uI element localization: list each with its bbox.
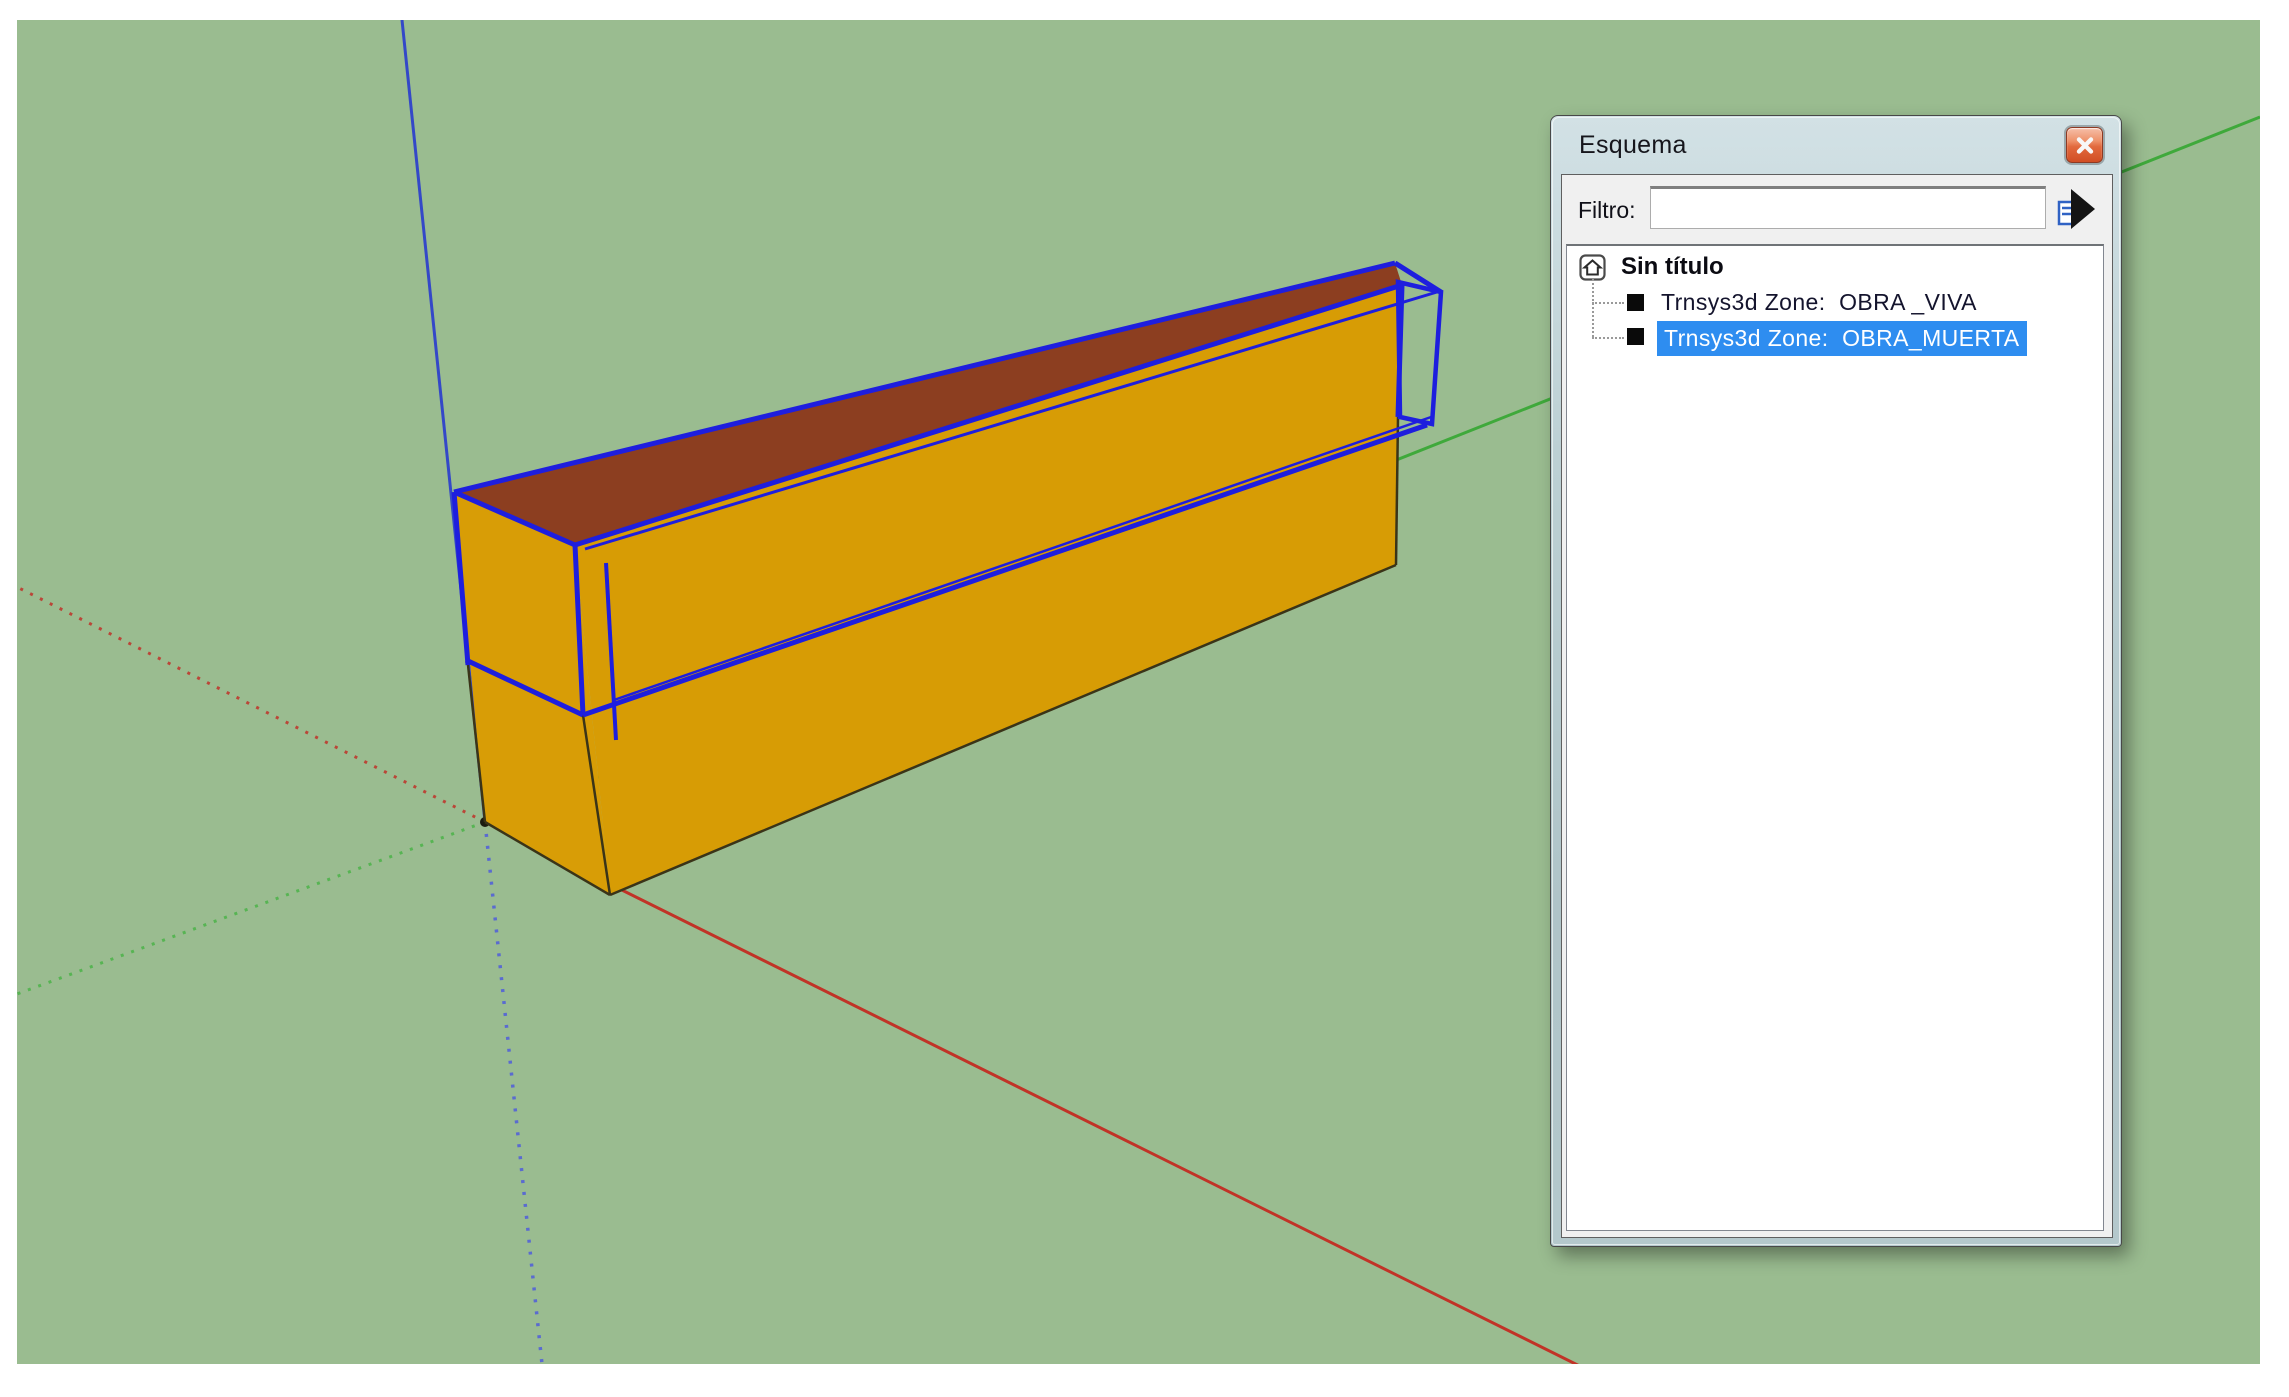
filter-input[interactable] [1650, 186, 2046, 229]
tree-root-row[interactable]: Sin título [1579, 252, 1724, 282]
filter-row: Filtro: [1562, 175, 2112, 245]
tree-item-label: Trnsys3d Zone: OBRA_MUERTA [1664, 325, 2019, 352]
zone-icon [1627, 294, 1644, 311]
filter-label: Filtro: [1578, 197, 1636, 224]
tree-root-label: Sin título [1621, 253, 1724, 281]
outliner-content: Filtro: Sin título [1561, 174, 2113, 1238]
tree-item-obra-muerta[interactable]: Trnsys3d Zone: OBRA_MUERTA [1657, 321, 2027, 356]
close-button[interactable] [2066, 127, 2103, 163]
details-arrow-icon [2054, 185, 2100, 233]
tree-item-obra-viva[interactable]: Trnsys3d Zone: OBRA _VIVA [1661, 285, 1977, 320]
model-house-icon [1579, 254, 1606, 281]
zone-icon [1627, 328, 1644, 345]
tree-connector-vertical [1592, 279, 1594, 337]
sketchup-viewport-screenshot: { "panel": { "title": "Esquema", "filter… [0, 0, 2289, 1397]
outliner-window: Esquema Filtro: [1550, 115, 2122, 1247]
window-title: Esquema [1579, 131, 1687, 160]
filter-details-button[interactable] [2054, 185, 2100, 233]
tree-item-label: Trnsys3d Zone: OBRA _VIVA [1661, 289, 1977, 316]
outliner-titlebar[interactable]: Esquema [1551, 116, 2121, 174]
close-icon [2076, 137, 2094, 154]
outliner-tree: Sin título Trnsys3d Zone: OBRA _VIVA Trn… [1566, 244, 2104, 1231]
tree-connector-item-2 [1592, 337, 1624, 339]
tree-connector-item-1 [1592, 302, 1624, 304]
